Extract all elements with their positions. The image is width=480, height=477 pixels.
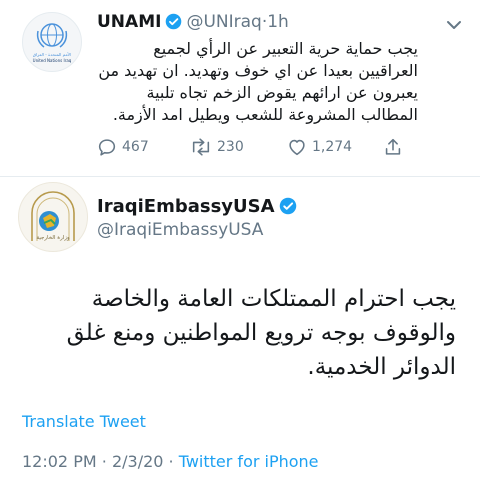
quoted-timestamp[interactable]: 1h xyxy=(267,12,289,32)
ministry-logo: وزارة الخارجية xyxy=(31,191,75,241)
like-count: 1,274 xyxy=(312,139,353,155)
quoted-tweet-text: يجب حماية حرية التعبير عن الرأي لجميع ال… xyxy=(98,39,418,124)
like-icon xyxy=(286,136,308,158)
translate-tweet-link[interactable]: Translate Tweet xyxy=(22,412,146,431)
avatar-caption-ar: الأمم المتحدة - العراق xyxy=(33,52,72,57)
meta-separator-2: · xyxy=(168,452,174,471)
reply-button[interactable]: 467 xyxy=(96,136,149,158)
meta-separator-1: · xyxy=(101,452,107,471)
reply-icon xyxy=(96,136,118,158)
tweet-text: يجب احترام الممتلكات العامة والخاصة والو… xyxy=(66,286,456,380)
chevron-down-icon[interactable] xyxy=(446,16,462,35)
quoted-tweet-header: UNAMI @UNIraq·1h xyxy=(97,12,289,35)
tweet-meta: 12:02 PM · 2/3/20 · Twitter for iPhone xyxy=(22,452,319,471)
retweet-icon xyxy=(189,136,213,158)
tweet-source-link[interactable]: Twitter for iPhone xyxy=(179,452,319,471)
display-name-text: IraqiEmbassyUSA xyxy=(97,196,275,217)
verified-badge-icon xyxy=(279,197,297,220)
quoted-handle[interactable]: @UNIraq xyxy=(186,12,261,32)
verified-badge-icon xyxy=(165,13,182,35)
user-handle[interactable]: @IraqiEmbassyUSA xyxy=(97,220,263,240)
display-name[interactable]: IraqiEmbassyUSA xyxy=(97,196,301,220)
tweet-date[interactable]: 2/3/20 xyxy=(112,452,164,471)
tweet-divider xyxy=(0,176,480,177)
iraqi-embassy-avatar[interactable]: وزارة الخارجية xyxy=(18,182,88,252)
retweet-button[interactable]: 230 xyxy=(189,136,244,158)
like-button[interactable]: 1,274 xyxy=(286,136,352,158)
retweet-count: 230 xyxy=(217,139,244,155)
share-icon xyxy=(382,136,404,158)
avatar-caption-ar: وزارة الخارجية xyxy=(36,235,70,241)
avatar-caption: United Nations Iraq xyxy=(33,58,72,63)
reply-count: 467 xyxy=(122,139,149,155)
un-logo: الأمم المتحدة - العراق United Nations Ir… xyxy=(33,23,72,63)
tweet-time[interactable]: 12:02 PM xyxy=(22,452,97,471)
quoted-display-name[interactable]: UNAMI xyxy=(97,12,161,32)
share-button[interactable] xyxy=(382,136,404,158)
unami-avatar[interactable]: الأمم المتحدة - العراق United Nations Ir… xyxy=(22,12,82,72)
quoted-tweet-actions: 467 230 1,274 xyxy=(96,136,416,160)
